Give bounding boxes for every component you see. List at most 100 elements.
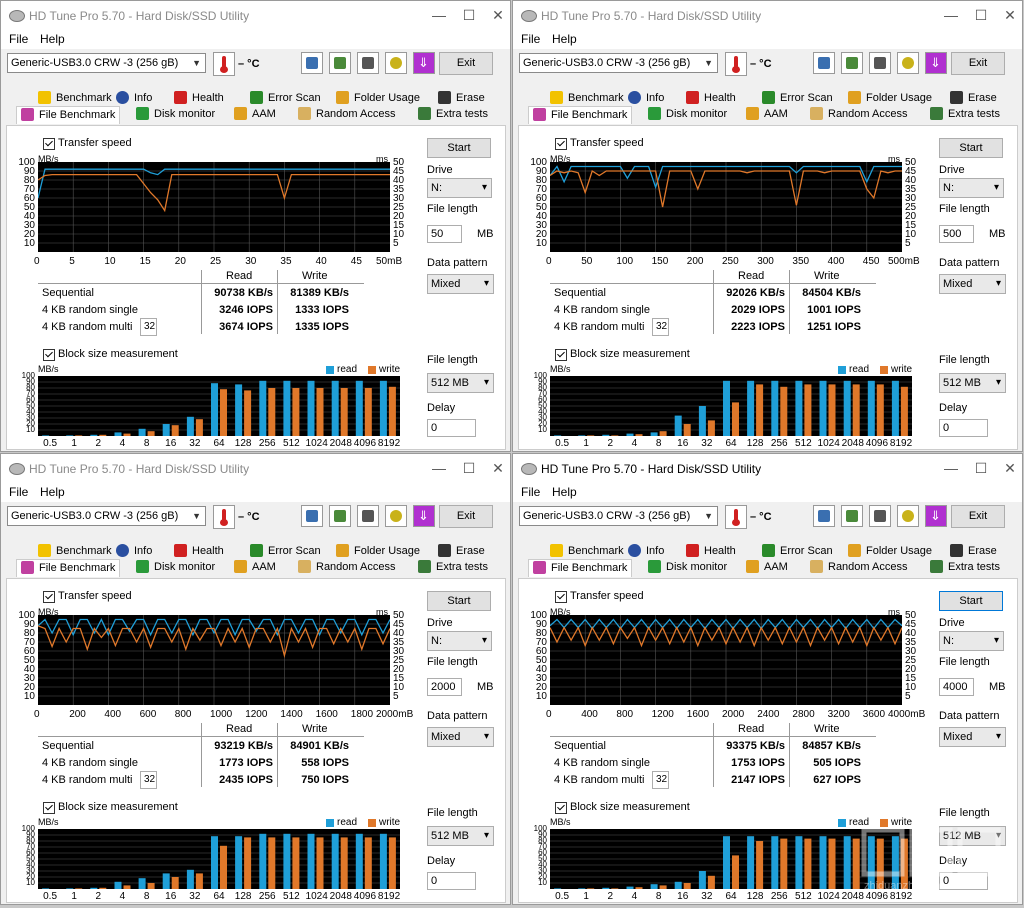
minimize-button[interactable]: —	[424, 5, 454, 25]
tab-random-access[interactable]: Random Access	[810, 559, 907, 576]
tab-info[interactable]: Info	[628, 543, 664, 560]
block-size-checkbox[interactable]	[555, 802, 567, 814]
tab-health[interactable]: Health	[174, 90, 224, 107]
tab-file-benchmark[interactable]: File Benchmark	[16, 559, 121, 577]
drive-combo[interactable]: N:	[427, 178, 492, 198]
tab-info[interactable]: Info	[628, 90, 664, 107]
drive-select[interactable]: Generic-USB3.0 CRW -3 (256 gB) ▼	[7, 506, 206, 526]
tab-random-access[interactable]: Random Access	[810, 106, 907, 123]
maximize-button[interactable]: ☐	[454, 458, 484, 478]
maximize-button[interactable]: ☐	[454, 5, 484, 25]
copy-text-button[interactable]	[813, 505, 835, 527]
tab-benchmark[interactable]: Benchmark	[38, 543, 112, 560]
tab-aam[interactable]: AAM	[746, 559, 788, 576]
file-length-input[interactable]: 50	[427, 225, 462, 243]
drive-combo[interactable]: N:	[939, 178, 1004, 198]
tab-error-scan[interactable]: Error Scan	[762, 90, 833, 107]
tab-erase[interactable]: Erase	[438, 90, 485, 107]
menu-file[interactable]: File	[9, 485, 28, 499]
menu-help[interactable]: Help	[552, 485, 577, 499]
tab-extra-tests[interactable]: Extra tests	[418, 559, 488, 576]
tab-benchmark[interactable]: Benchmark	[550, 90, 624, 107]
copy-info-button[interactable]	[329, 505, 351, 527]
close-button[interactable]: ✕	[483, 5, 510, 25]
exit-button[interactable]: Exit	[439, 52, 493, 75]
start-button[interactable]: Start	[939, 591, 1003, 611]
menu-file[interactable]: File	[9, 32, 28, 46]
drive-select[interactable]: Generic-USB3.0 CRW -3 (256 gB) ▼	[519, 506, 718, 526]
menu-help[interactable]: Help	[40, 485, 65, 499]
screenshot-button[interactable]	[869, 52, 891, 74]
copy-text-button[interactable]	[301, 52, 323, 74]
data-pattern-combo[interactable]: Mixed	[939, 274, 1006, 294]
tab-extra-tests[interactable]: Extra tests	[930, 106, 1000, 123]
tab-random-access[interactable]: Random Access	[298, 559, 395, 576]
block-file-length-combo[interactable]: 512 MB	[427, 826, 494, 846]
start-button[interactable]: Start	[427, 591, 491, 611]
menu-help[interactable]: Help	[40, 32, 65, 46]
options-button[interactable]	[897, 505, 919, 527]
transfer-speed-checkbox[interactable]	[555, 591, 567, 603]
tab-erase[interactable]: Erase	[438, 543, 485, 560]
file-length-input[interactable]: 4000	[939, 678, 974, 696]
tab-info[interactable]: Info	[116, 543, 152, 560]
data-pattern-combo[interactable]: Mixed	[427, 727, 494, 747]
transfer-speed-checkbox[interactable]	[43, 591, 55, 603]
tab-aam[interactable]: AAM	[234, 106, 276, 123]
tab-disk-monitor[interactable]: Disk monitor	[136, 106, 215, 123]
drive-select[interactable]: Generic-USB3.0 CRW -3 (256 gB) ▼	[519, 53, 718, 73]
file-length-input[interactable]: 2000	[427, 678, 462, 696]
tab-folder-usage[interactable]: Folder Usage	[848, 543, 932, 560]
menu-file[interactable]: File	[521, 32, 540, 46]
options-button[interactable]	[385, 505, 407, 527]
copy-text-button[interactable]	[301, 505, 323, 527]
tab-health[interactable]: Health	[686, 543, 736, 560]
tab-erase[interactable]: Erase	[950, 90, 997, 107]
delay-input[interactable]: 0	[427, 419, 476, 437]
screenshot-button[interactable]	[357, 505, 379, 527]
maximize-button[interactable]: ☐	[966, 5, 996, 25]
block-size-checkbox[interactable]	[43, 349, 55, 361]
tab-extra-tests[interactable]: Extra tests	[418, 106, 488, 123]
tab-error-scan[interactable]: Error Scan	[250, 543, 321, 560]
screenshot-button[interactable]	[869, 505, 891, 527]
block-size-checkbox[interactable]	[43, 802, 55, 814]
tab-file-benchmark[interactable]: File Benchmark	[528, 106, 633, 124]
minimize-button[interactable]: —	[936, 5, 966, 25]
tab-error-scan[interactable]: Error Scan	[762, 543, 833, 560]
queue-depth-input[interactable]: 32	[140, 318, 157, 336]
menu-file[interactable]: File	[521, 485, 540, 499]
tab-file-benchmark[interactable]: File Benchmark	[528, 559, 633, 577]
save-button[interactable]: ⇓	[925, 505, 947, 527]
drive-combo[interactable]: N:	[939, 631, 1004, 651]
tab-health[interactable]: Health	[686, 90, 736, 107]
block-file-length-combo[interactable]: 512 MB	[427, 373, 494, 393]
delay-input[interactable]: 0	[939, 419, 988, 437]
queue-depth-input[interactable]: 32	[140, 771, 157, 789]
copy-info-button[interactable]	[329, 52, 351, 74]
tab-file-benchmark[interactable]: File Benchmark	[16, 106, 121, 124]
copy-text-button[interactable]	[813, 52, 835, 74]
tab-folder-usage[interactable]: Folder Usage	[848, 90, 932, 107]
tab-random-access[interactable]: Random Access	[298, 106, 395, 123]
close-button[interactable]: ✕	[995, 5, 1022, 25]
queue-depth-input[interactable]: 32	[652, 318, 669, 336]
tab-benchmark[interactable]: Benchmark	[550, 543, 624, 560]
save-button[interactable]: ⇓	[413, 52, 435, 74]
transfer-speed-checkbox[interactable]	[43, 138, 55, 150]
tab-error-scan[interactable]: Error Scan	[250, 90, 321, 107]
delay-input[interactable]: 0	[427, 872, 476, 890]
save-button[interactable]: ⇓	[413, 505, 435, 527]
maximize-button[interactable]: ☐	[966, 458, 996, 478]
exit-button[interactable]: Exit	[951, 505, 1005, 528]
tab-extra-tests[interactable]: Extra tests	[930, 559, 1000, 576]
save-button[interactable]: ⇓	[925, 52, 947, 74]
tab-benchmark[interactable]: Benchmark	[38, 90, 112, 107]
screenshot-button[interactable]	[357, 52, 379, 74]
block-size-checkbox[interactable]	[555, 349, 567, 361]
tab-disk-monitor[interactable]: Disk monitor	[648, 106, 727, 123]
data-pattern-combo[interactable]: Mixed	[427, 274, 494, 294]
tab-disk-monitor[interactable]: Disk monitor	[648, 559, 727, 576]
copy-info-button[interactable]	[841, 52, 863, 74]
close-button[interactable]: ✕	[483, 458, 510, 478]
